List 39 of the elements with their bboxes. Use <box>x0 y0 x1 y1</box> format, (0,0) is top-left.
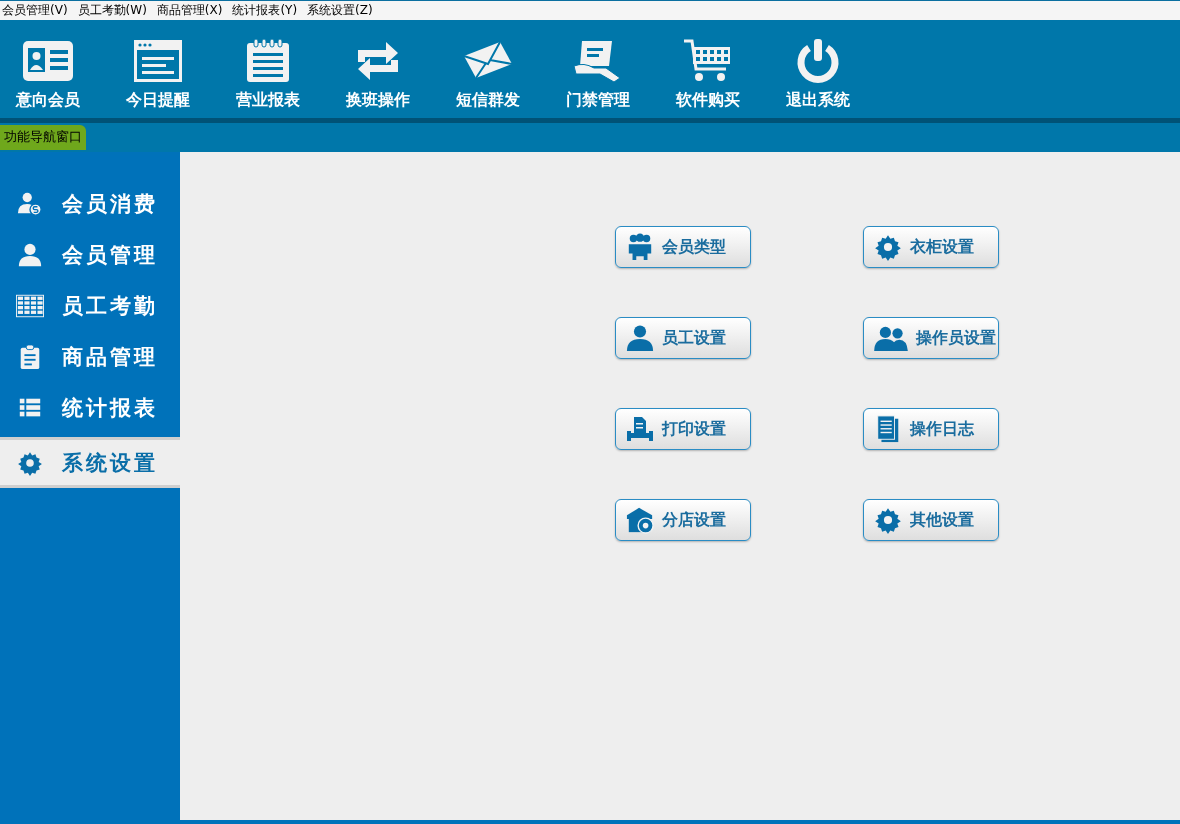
two-users-icon <box>874 324 908 352</box>
menu-item[interactable]: 系统设置(Z) <box>307 2 373 19</box>
id-card-icon <box>22 38 74 84</box>
settings-button[interactable]: 操作员设置 <box>863 317 999 359</box>
sidebar-item[interactable]: 员工考勤 <box>0 280 180 331</box>
nav-window-tab[interactable]: 功能导航窗口 <box>0 125 86 150</box>
sidebar-item[interactable]: 统计报表 <box>0 382 180 433</box>
gear-icon <box>874 233 902 261</box>
printer-icon <box>626 415 654 443</box>
settings-button[interactable]: 衣柜设置 <box>863 226 999 268</box>
user-with-coin-icon <box>16 190 44 217</box>
settings-button[interactable]: 分店设置 <box>615 499 751 541</box>
toolbar-button[interactable]: 门禁管理 <box>543 38 653 111</box>
menu-item[interactable]: 统计报表(Y) <box>232 2 298 19</box>
settings-button[interactable]: 打印设置 <box>615 408 751 450</box>
user-icon <box>626 324 654 352</box>
toolbar-button[interactable]: 软件购买 <box>653 38 763 111</box>
gear-icon <box>874 506 902 534</box>
toolbar-button[interactable]: 退出系统 <box>763 38 873 111</box>
toolbar-button[interactable]: 短信群发 <box>433 38 543 111</box>
sidebar-item[interactable]: 会员消费 <box>0 178 180 229</box>
settings-button[interactable]: 员工设置 <box>615 317 751 359</box>
toolbar-button[interactable]: 意向会员 <box>0 38 103 111</box>
toolbar-button[interactable]: 换班操作 <box>323 38 433 111</box>
toolbar-button[interactable]: 今日提醒 <box>103 38 213 111</box>
settings-button[interactable]: 会员类型 <box>615 226 751 268</box>
menu-item[interactable]: 会员管理(V) <box>2 2 68 19</box>
settings-button[interactable]: 操作日志 <box>863 408 999 450</box>
menu-item[interactable]: 商品管理(X) <box>156 2 223 19</box>
settings-button[interactable]: 其他设置 <box>863 499 999 541</box>
user-icon <box>16 241 44 268</box>
sidebar-item[interactable]: 系统设置 <box>0 437 180 488</box>
calendar-grid-icon <box>16 292 44 319</box>
browser-window-icon <box>132 38 184 84</box>
sidebar-item[interactable]: 商品管理 <box>0 331 180 382</box>
menu-item[interactable]: 员工考勤(W) <box>77 2 147 19</box>
toolbar-button[interactable]: 营业报表 <box>213 38 323 111</box>
house-with-gear-icon <box>626 506 654 534</box>
sidebar-item[interactable]: 会员管理 <box>0 229 180 280</box>
